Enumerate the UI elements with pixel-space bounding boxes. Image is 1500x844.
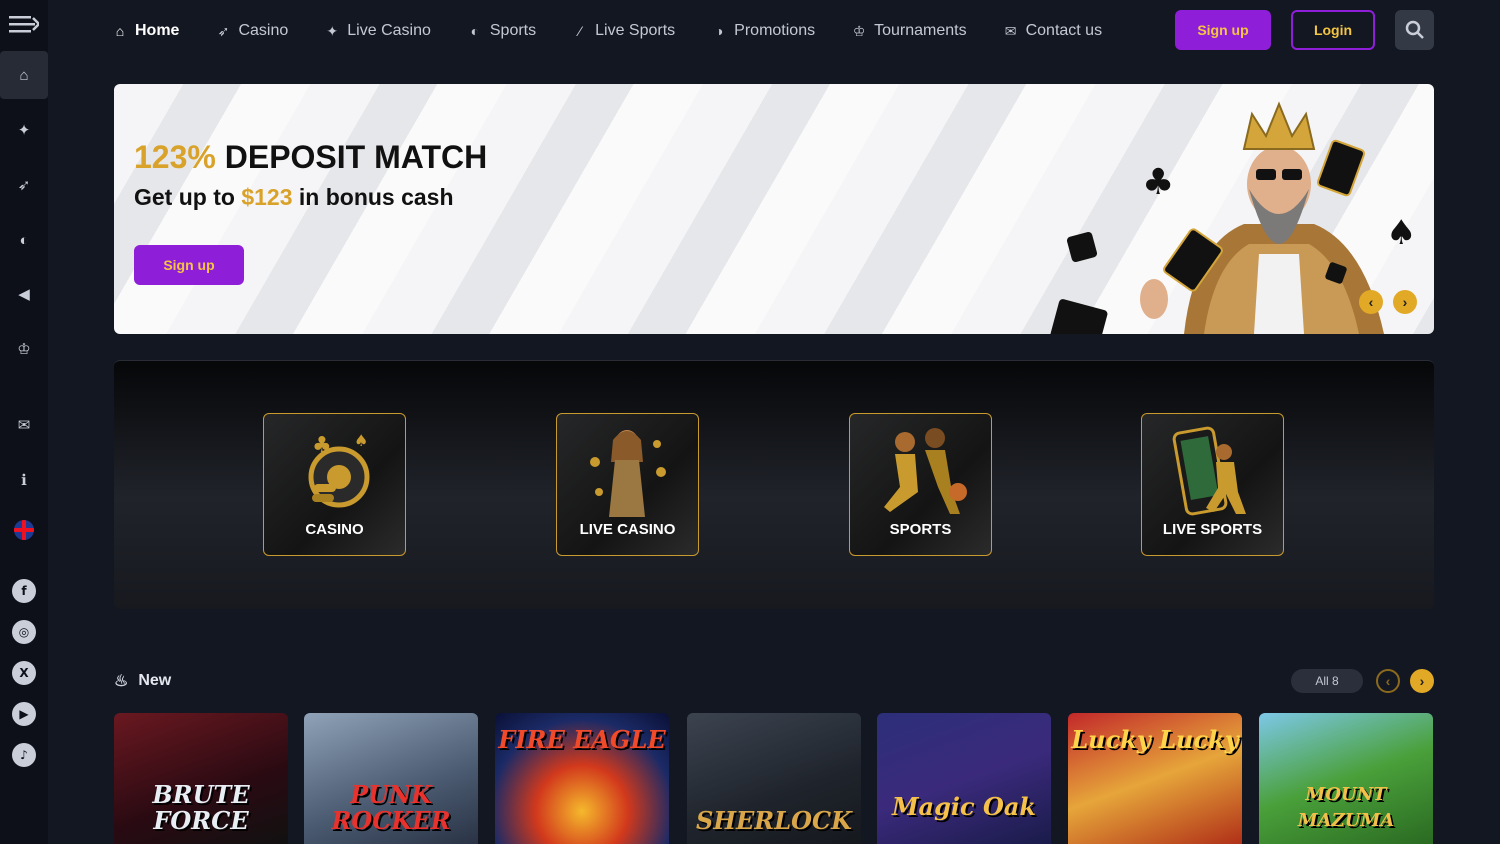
game-tile-brute-force[interactable]: BRUTE FORCE [114, 713, 288, 844]
instagram-icon[interactable]: ◎ [12, 620, 36, 644]
banner-subheadline: Get up to $123 in bonus cash [134, 184, 454, 211]
sidebar-info-icon[interactable]: ℹ [0, 456, 48, 504]
promo-banner: 123% DEPOSIT MATCH Get up to $123 in bon… [114, 84, 1434, 334]
category-live-sports-label: LIVE SPORTS [1162, 521, 1263, 538]
category-sports-label: SPORTS [889, 521, 952, 538]
game-title: MOUNT MAZUMA [1297, 784, 1395, 831]
nav-live-sports-label: Live Sports [595, 22, 676, 39]
language-flag-icon[interactable] [14, 520, 34, 540]
chevron-right-icon: › [1419, 673, 1425, 689]
nav-contact[interactable]: ✉ Contact us [1003, 22, 1102, 40]
category-live-sports[interactable]: LIVE SPORTS [1141, 413, 1284, 556]
svg-text:♣: ♣ [1142, 162, 1174, 203]
nav-tournaments[interactable]: ♔ Tournaments [851, 22, 967, 40]
trophy-icon: ♔ [852, 22, 866, 39]
game-tile-magic-oak[interactable]: Magic Oak [877, 713, 1051, 844]
nav-sports-label: Sports [489, 22, 537, 39]
gamepad-icon: ✦ [326, 22, 339, 39]
chevron-left-icon: ‹ [1385, 673, 1391, 689]
wand-icon: ⁄ [578, 23, 582, 39]
chevron-right-icon: › [1402, 294, 1408, 310]
category-panel: ♣ ♠ CASINO LIVE CASINO SPORTS LIVE SPORT… [114, 360, 1434, 609]
ball-icon: ◐ [470, 23, 480, 39]
sports-players-icon [884, 428, 967, 514]
nav-tournaments-label: Tournaments [874, 22, 967, 39]
youtube-icon[interactable]: ▶ [12, 702, 36, 726]
nav-live-casino-label: Live Casino [347, 22, 431, 39]
tiktok-icon[interactable]: ♪ [12, 743, 36, 767]
game-title: Magic Oak [891, 792, 1037, 821]
roulette-icon: ♣ ♠ [308, 431, 370, 508]
nav-live-sports[interactable]: ⁄ Live Sports [572, 22, 675, 40]
menu-toggle-icon[interactable] [0, 0, 48, 48]
category-casino[interactable]: ♣ ♠ CASINO [263, 413, 406, 556]
game-title: PUNK ROCKER [331, 780, 451, 835]
game-tile-punk-rocker[interactable]: PUNK ROCKER [304, 713, 478, 844]
signup-button[interactable]: Sign up [1175, 10, 1271, 50]
banner-next-button[interactable]: › [1393, 290, 1417, 314]
banner-headline-rest: DEPOSIT MATCH [224, 139, 488, 175]
banner-sub-accent: $123 [241, 184, 293, 210]
search-icon [1405, 20, 1424, 39]
nav-promotions-label: Promotions [734, 22, 816, 39]
home-icon: ⌂ [115, 23, 125, 39]
banner-headline: 123% DEPOSIT MATCH [134, 139, 487, 176]
sidebar-promotions-icon[interactable]: ◀ [0, 270, 48, 318]
new-section-title: New [138, 672, 172, 689]
new-section-header: ♨ New [114, 671, 171, 691]
nav-contact-label: Contact us [1025, 22, 1103, 39]
nav-live-casino[interactable]: ✦ Live Casino [324, 22, 431, 40]
banner-prev-button[interactable]: ‹ [1359, 290, 1383, 314]
category-casino-label: CASINO [305, 521, 364, 538]
chevron-left-icon: ‹ [1368, 294, 1374, 310]
nav-home-label: Home [135, 22, 180, 39]
top-navigation: ⌂ Home ➶ Casino ✦ Live Casino ◐ Sports ⁄ Live… [112, 16, 1138, 46]
view-all-button[interactable]: All 8 [1291, 669, 1363, 693]
games-next-button[interactable]: › [1410, 669, 1434, 693]
game-tile-sherlock[interactable]: SHERLOCK [687, 713, 861, 844]
banner-sub-after: in bonus cash [298, 184, 454, 210]
game-title: FIRE EAGLE [498, 725, 666, 754]
category-sports[interactable]: SPORTS [849, 413, 992, 556]
nav-promotions[interactable]: ◑ Promotions [711, 22, 815, 40]
phone-footballer-icon [1172, 426, 1246, 516]
login-button[interactable]: Login [1291, 10, 1375, 50]
gift-icon: ◑ [714, 23, 724, 39]
banner-sub-before: Get up to [134, 184, 235, 210]
facebook-icon[interactable]: f [12, 579, 36, 603]
nav-casino-label: Casino [238, 22, 289, 39]
svg-text:♣: ♣ [312, 433, 332, 458]
sidebar-home-icon[interactable]: ⌂ [0, 51, 48, 99]
games-prev-button[interactable]: ‹ [1376, 669, 1400, 693]
sidebar-contact-icon[interactable]: ✉ [0, 401, 48, 449]
x-twitter-icon[interactable]: X [12, 661, 36, 685]
search-button[interactable] [1395, 10, 1434, 50]
game-tile-mount-mazuma[interactable]: MOUNT MAZUMA [1259, 713, 1433, 844]
category-live-casino[interactable]: LIVE CASINO [556, 413, 699, 556]
game-tile-lucky-lucky[interactable]: Lucky Lucky [1068, 713, 1242, 844]
banner-signup-button[interactable]: Sign up [134, 245, 244, 285]
svg-text:♠: ♠ [1386, 213, 1416, 253]
sidebar-tournaments-icon[interactable]: ♔ [0, 325, 48, 373]
flame-icon: ♨ [114, 673, 129, 690]
sidebar-live-casino-icon[interactable]: ✦ [0, 106, 48, 154]
banner-headline-accent: 123% [134, 139, 216, 175]
game-title: BRUTE FORCE [152, 780, 250, 835]
game-title: Lucky Lucky [1071, 725, 1239, 754]
nav-casino[interactable]: ➶ Casino [215, 22, 289, 40]
chat-icon: ✉ [1004, 22, 1017, 39]
game-tile-fire-eagle[interactable]: FIRE EAGLE [495, 713, 669, 844]
sidebar-sports-icon[interactable]: ◐ [0, 216, 48, 264]
nav-sports[interactable]: ◐ Sports [467, 22, 536, 40]
sidebar: ⌂ ✦ ➶ ◐ ◀ ♔ ✉ ℹ f ◎ X ▶ ♪ [0, 0, 48, 844]
game-title: SHERLOCK [696, 806, 852, 835]
rocket-icon: ➶ [217, 22, 230, 39]
sidebar-casino-icon[interactable]: ➶ [0, 161, 48, 209]
nav-home[interactable]: ⌂ Home [112, 22, 180, 40]
svg-text:♠: ♠ [354, 431, 368, 450]
category-live-casino-label: LIVE CASINO [579, 521, 676, 538]
dealer-woman-icon [590, 430, 666, 517]
